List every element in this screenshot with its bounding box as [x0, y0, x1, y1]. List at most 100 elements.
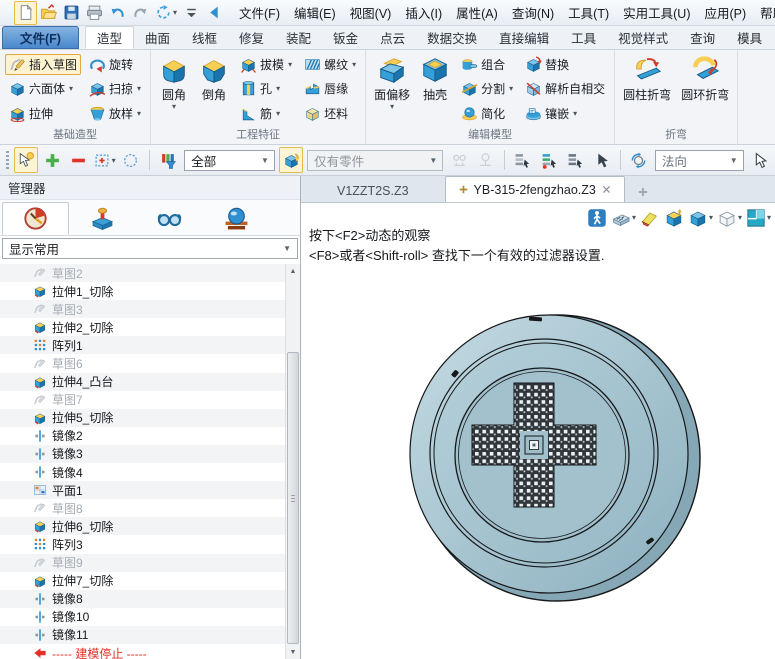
tree-item-13[interactable]: 草图8 — [0, 499, 285, 517]
replace-button[interactable]: 替换 — [521, 54, 609, 75]
tab-close-icon[interactable] — [601, 184, 612, 195]
ribbon-tab-0[interactable]: 造型 — [85, 26, 134, 49]
print-button[interactable] — [83, 1, 106, 25]
tree-item-8[interactable]: 拉伸5_切除 — [0, 409, 285, 427]
loft-dropdown-icon[interactable]: ▾ — [137, 109, 141, 118]
orbit-mode-button[interactable] — [627, 147, 651, 173]
tree-item-10[interactable]: 镜像3 — [0, 445, 285, 463]
layer-tab[interactable] — [203, 202, 270, 235]
menu-item-5[interactable]: 查询(N) — [505, 3, 561, 22]
face-offset-button[interactable]: 面偏移▾ — [369, 52, 415, 126]
ribbon-tab-7[interactable]: 数据交换 — [416, 26, 488, 49]
menu-item-9[interactable]: 帮助(H) — [753, 3, 775, 22]
pointer-mode-button[interactable] — [748, 147, 772, 173]
menu-item-7[interactable]: 实用工具(U) — [616, 3, 697, 22]
add-pick-button[interactable] — [40, 147, 64, 173]
pick-box-button[interactable]: ▾ — [93, 147, 117, 173]
ribbon-tab-8[interactable]: 直接编辑 — [488, 26, 560, 49]
box-dropdown-icon[interactable]: ▾ — [69, 84, 73, 93]
lip-button[interactable]: 唇缘 — [300, 78, 360, 99]
save-button[interactable] — [60, 1, 83, 25]
keyboard-button[interactable]: ▾ — [610, 206, 637, 229]
tree-item-7[interactable]: 草图7 — [0, 391, 285, 409]
pick-all-list-button[interactable] — [563, 147, 587, 173]
tree-item-17[interactable]: 拉伸7_切除 — [0, 572, 285, 590]
ribbon-tab-4[interactable]: 装配 — [275, 26, 322, 49]
resolve-self-intersection-button[interactable]: 解析自相交 — [521, 78, 609, 99]
face-offset-dropdown-icon[interactable]: ▾ — [390, 103, 394, 111]
pick-cursor-button[interactable] — [14, 147, 38, 173]
menu-item-2[interactable]: 视图(V) — [343, 3, 399, 22]
sweep-button[interactable]: 扫掠▾ — [85, 78, 145, 99]
menu-item-8[interactable]: 应用(P) — [698, 3, 754, 22]
tree-filter-dropdown[interactable]: 显示常用 ▼ — [2, 238, 298, 259]
model-3d[interactable] — [363, 266, 745, 648]
menu-item-4[interactable]: 属性(A) — [449, 3, 505, 22]
view-normal-combo[interactable]: 法向▼ — [655, 150, 744, 171]
torus-bend-button[interactable]: 圆环折弯 — [676, 52, 734, 126]
scroll-up-icon[interactable]: ▲ — [286, 264, 300, 278]
menu-item-6[interactable]: 工具(T) — [561, 3, 616, 22]
history-tab[interactable] — [2, 202, 69, 235]
keyboard-dropdown-icon[interactable]: ▾ — [632, 213, 636, 222]
viewport-layout-button[interactable]: ▾ — [745, 206, 772, 229]
pick-last-button[interactable] — [589, 147, 613, 173]
tree-item-4[interactable]: 阵列1 — [0, 336, 285, 354]
fillet-dropdown-icon[interactable]: ▾ — [172, 103, 176, 111]
draft-button[interactable]: 拔模▾ — [236, 54, 296, 75]
document-tab-1[interactable]: YB-315-2fengzhao.Z3 — [445, 176, 625, 202]
loft-button[interactable]: 放样▾ — [85, 103, 145, 124]
remove-pick-button[interactable] — [66, 147, 90, 173]
sweep-dropdown-icon[interactable]: ▾ — [137, 84, 141, 93]
regen-button[interactable]: ▾ — [152, 1, 180, 25]
tree-item-0[interactable]: 草图2 — [0, 264, 285, 282]
simplify-button[interactable]: 简化 — [457, 103, 517, 124]
scroll-down-icon[interactable]: ▼ — [286, 645, 300, 659]
insert-sketch-button[interactable]: 插入草图 — [5, 54, 81, 75]
scroll-thumb[interactable] — [287, 352, 299, 644]
fillet-button[interactable]: 圆角▾ — [154, 52, 194, 126]
stock-button[interactable]: 坯料 — [300, 103, 360, 124]
new-file-button[interactable] — [14, 1, 37, 25]
ribbon-tab-12[interactable]: 模具 — [726, 26, 773, 49]
wireframe-display-button[interactable]: ▾ — [716, 206, 743, 229]
wireframe-display-dropdown-icon[interactable]: ▾ — [738, 213, 742, 222]
pick-from-list-button[interactable] — [511, 147, 535, 173]
ribbon-tab-5[interactable]: 钣金 — [322, 26, 369, 49]
ribbon-tab-1[interactable]: 曲面 — [134, 26, 181, 49]
tree-scrollbar[interactable]: ▲ ▼ — [285, 264, 300, 659]
visual-tab[interactable] — [136, 202, 203, 235]
shaded-display-button[interactable]: ▾ — [687, 206, 714, 229]
ribbon-tab-2[interactable]: 线框 — [181, 26, 228, 49]
tree-item-21[interactable]: ----- 建模停止 ----- — [0, 644, 285, 659]
tree-item-11[interactable]: 镜像4 — [0, 463, 285, 481]
tree-item-3[interactable]: 拉伸2_切除 — [0, 318, 285, 336]
thread-dropdown-icon[interactable]: ▾ — [352, 60, 356, 69]
open-file-button[interactable] — [37, 1, 60, 25]
undo-button[interactable] — [106, 1, 129, 25]
thread-button[interactable]: 螺纹▾ — [300, 54, 360, 75]
inlay-button[interactable]: 镶嵌▾ — [521, 103, 609, 124]
viewport-layout-dropdown-icon[interactable]: ▾ — [767, 213, 771, 222]
hole-button[interactable]: 孔▾ — [236, 78, 296, 99]
pick-box-dropdown-icon[interactable]: ▾ — [112, 156, 116, 165]
menu-item-3[interactable]: 插入(I) — [398, 3, 449, 22]
close-panel-icon[interactable] — [281, 181, 295, 195]
tree-item-20[interactable]: 镜像11 — [0, 626, 285, 644]
quick-access-more-button[interactable] — [180, 1, 203, 25]
revolve-button[interactable]: 旋转 — [85, 54, 145, 75]
ribbon-tab-9[interactable]: 工具 — [560, 26, 607, 49]
shaded-display-dropdown-icon[interactable]: ▾ — [709, 213, 713, 222]
tree-item-2[interactable]: 草图3 — [0, 300, 285, 318]
hole-dropdown-icon[interactable]: ▾ — [276, 84, 280, 93]
ribbon-tab-10[interactable]: 视觉样式 — [607, 26, 679, 49]
box-button[interactable]: 六面体▾ — [5, 78, 81, 99]
ribbon-tab-11[interactable]: 查询 — [679, 26, 726, 49]
tree-item-19[interactable]: 镜像10 — [0, 608, 285, 626]
assembly-tab[interactable] — [69, 202, 136, 235]
tree-item-16[interactable]: 草图9 — [0, 554, 285, 572]
file-menu-button[interactable]: 文件(F) — [2, 26, 79, 49]
filter-settings-button[interactable] — [156, 147, 180, 173]
tree-item-5[interactable]: 草图6 — [0, 354, 285, 372]
align-view-button[interactable] — [663, 206, 685, 229]
